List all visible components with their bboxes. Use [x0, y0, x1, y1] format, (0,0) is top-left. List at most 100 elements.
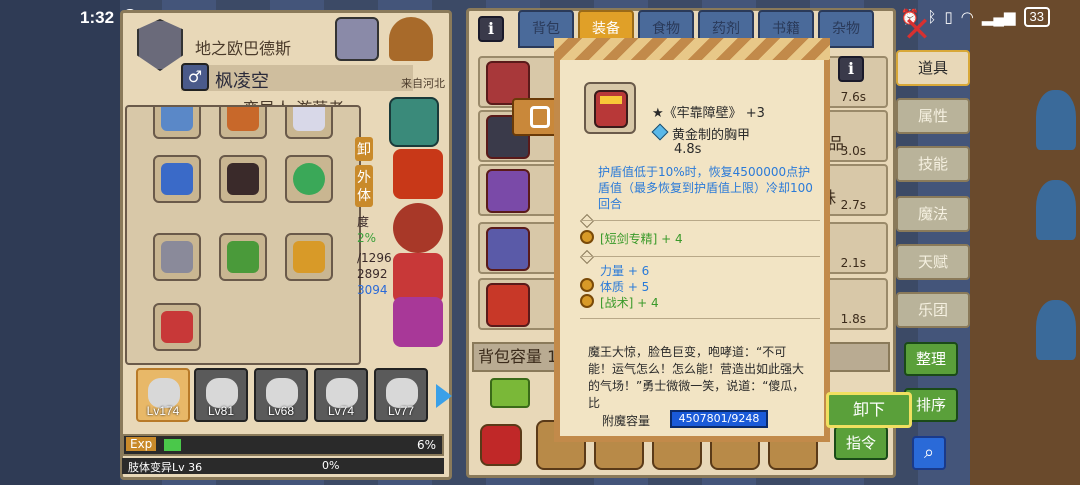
portrait-slot[interactable]: Lv68	[254, 368, 308, 422]
signal-icon: ▂▄▆	[981, 9, 1016, 26]
item-icon	[486, 227, 530, 271]
exp-fill	[164, 439, 181, 451]
search-icon[interactable]: ⌕	[912, 436, 946, 470]
portrait-level: Lv81	[207, 404, 235, 418]
sidebar-item-talents[interactable]: 天赋	[896, 244, 970, 280]
item-slot[interactable]	[219, 233, 267, 281]
row-time: 2.7s	[840, 198, 866, 212]
tree-sprite	[1036, 90, 1076, 150]
pedestal-icon[interactable]	[335, 17, 379, 61]
gem-icon	[651, 123, 669, 141]
item-slot[interactable]	[219, 107, 267, 139]
exp-percent: 6%	[416, 438, 436, 452]
portrait-level: Lv68	[267, 404, 295, 418]
portrait-level: Lv74	[327, 404, 355, 418]
unequip-button[interactable]: 卸下	[826, 392, 912, 428]
stat-constitution: 体质 + 5	[600, 280, 650, 294]
divider	[580, 256, 820, 257]
item-slot[interactable]	[153, 233, 201, 281]
item-type: 黄金制的胸甲	[672, 128, 751, 143]
tree-sprite	[1036, 300, 1076, 360]
sidebar-item-skills[interactable]: 技能	[896, 146, 970, 182]
stat-fragment: 2892	[357, 267, 388, 281]
portrait-level: Lv77	[387, 404, 415, 418]
next-party-arrow-icon[interactable]	[436, 384, 452, 408]
download-arrow-icon[interactable]	[490, 378, 530, 408]
diamond-icon	[579, 249, 595, 265]
close-icon[interactable]: ✕	[900, 13, 934, 48]
row-time: 1.8s	[840, 312, 866, 326]
row-time: 2.1s	[840, 256, 866, 270]
sidebar-item-magic[interactable]: 魔法	[896, 196, 970, 232]
tooltip-item-icon	[584, 82, 636, 134]
stat-fragment: /1296	[357, 251, 392, 265]
party-portraits: Lv174 Lv81 Lv68 Lv74 Lv77	[120, 366, 450, 426]
player-name: 枫凌空	[215, 71, 269, 92]
sort-button[interactable]: 整理	[904, 342, 958, 376]
item-icon	[486, 283, 530, 327]
lock-icon	[530, 106, 550, 128]
stat-tactics: [战术] + 4	[600, 296, 659, 310]
equipped-ring[interactable]	[393, 297, 443, 347]
portrait-slot[interactable]: Lv81	[194, 368, 248, 422]
vibrate-icon: ▯	[944, 9, 953, 26]
equipped-boots[interactable]	[393, 253, 443, 303]
tree-sprite	[1036, 180, 1076, 240]
item-time: 4.8s	[674, 142, 702, 157]
side-tag: 卸	[355, 137, 373, 161]
clock: 1:32	[80, 8, 115, 27]
guild-name: 地之欧巴德斯	[195, 39, 292, 58]
equipped-gloves[interactable]	[393, 149, 443, 199]
stat-fragment: 度	[357, 215, 370, 229]
equipped-amulet[interactable]	[389, 97, 439, 147]
sidebar-item-attributes[interactable]: 属性	[896, 98, 970, 134]
divider	[580, 220, 820, 221]
portrait-level: Lv174	[146, 404, 180, 418]
item-slot[interactable]	[285, 155, 333, 203]
item-slot[interactable]	[285, 233, 333, 281]
info-icon[interactable]: i	[478, 16, 504, 42]
equipped-belt[interactable]	[393, 203, 443, 253]
item-name: ★《牢靠障壁》 +3	[652, 106, 765, 121]
equipment-grid	[125, 105, 361, 365]
exp-label: Exp	[126, 437, 157, 451]
stat-fragment: 2%	[357, 231, 377, 245]
item-effect: 护盾值低于10%时，恢复4500000点护盾值（最多恢复到护盾值上限）冷却100…	[598, 165, 813, 211]
male-icon: ♂	[181, 63, 209, 91]
gear-coin-icon	[580, 294, 594, 308]
hanger-icon[interactable]	[389, 17, 433, 61]
origin-text: 来自河北	[401, 77, 445, 90]
tooltip-border-decoration	[554, 38, 830, 60]
item-slot[interactable]	[219, 155, 267, 203]
portrait-slot[interactable]: Lv77	[374, 368, 428, 422]
sidebar-item-band[interactable]: 乐团	[896, 292, 970, 328]
stat-fragment: 3094	[357, 283, 388, 297]
sidebar-item-items[interactable]: 道具	[896, 50, 970, 86]
diamond-icon	[579, 213, 595, 229]
order-button[interactable]: 排序	[904, 388, 958, 422]
enchant-capacity: 4507801/9248	[670, 410, 768, 428]
guild-badge-icon	[137, 19, 183, 71]
battery-icon: 33	[1023, 7, 1050, 27]
divider	[580, 318, 820, 319]
item-slot[interactable]	[285, 107, 333, 139]
item-slot[interactable]	[153, 107, 201, 139]
item-icon	[486, 169, 530, 213]
command-button[interactable]: 指令	[834, 426, 888, 460]
mutation-bar: 肢体变异Lv 36 0%	[122, 458, 444, 474]
enchant-label: 附魔容量	[602, 414, 651, 428]
item-tooltip: ★《牢靠障壁》 +3 黄金制的胸甲 4.8s 护盾值低于10%时，恢复45000…	[554, 38, 830, 442]
item-slot[interactable]	[153, 303, 201, 351]
stat-strength: 力量 + 6	[600, 264, 650, 278]
exp-bar: Exp 6%	[122, 434, 444, 456]
item-slot[interactable]	[153, 155, 201, 203]
tooltip-info-icon[interactable]: i	[838, 56, 864, 82]
row-time: 3.0s	[840, 144, 866, 158]
row-time: 7.6s	[840, 90, 866, 104]
flavor-text: 魔王大惊，脸色巨变，咆哮道：“不可能！运气怎么！怎么能！营造出如此强大的气场！”…	[588, 345, 805, 410]
portrait-slot[interactable]: Lv74	[314, 368, 368, 422]
gear-coin-icon	[580, 230, 594, 244]
portrait-slot[interactable]: Lv174	[136, 368, 190, 422]
counter-icon[interactable]	[480, 424, 522, 466]
side-tag: 体	[355, 183, 373, 207]
